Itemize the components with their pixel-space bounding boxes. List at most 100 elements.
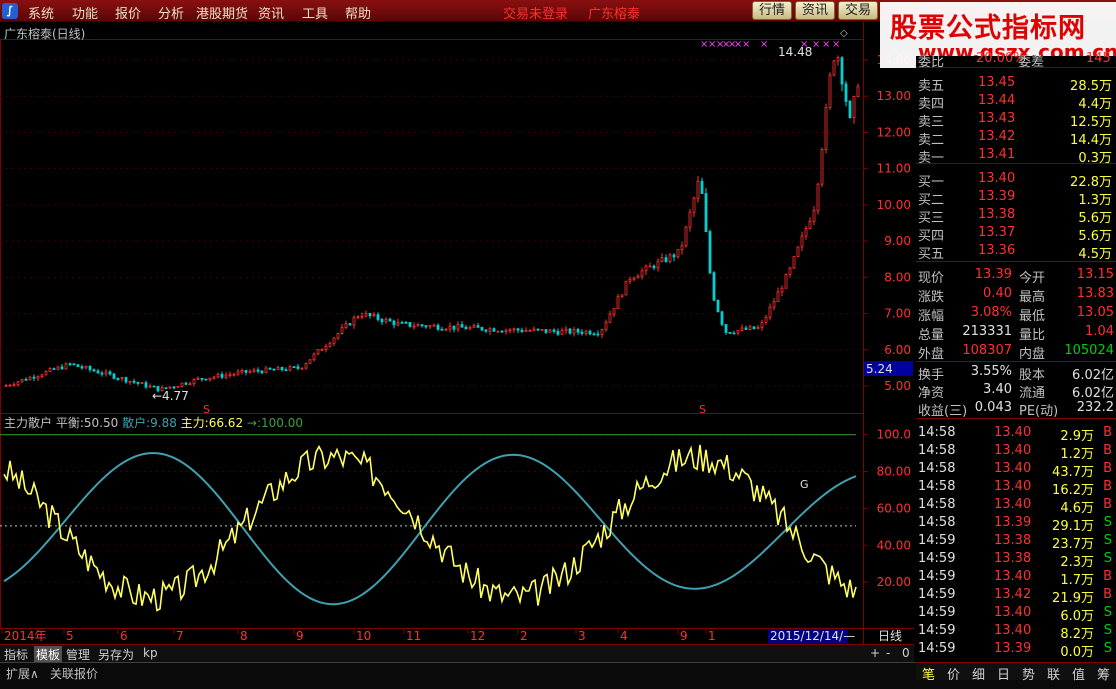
candle-body: [720, 311, 724, 325]
zoom-in-button[interactable]: +: [870, 646, 880, 660]
tab-template[interactable]: 模板: [34, 646, 63, 663]
menu-news[interactable]: 资讯: [258, 3, 284, 22]
price-axis-label: 9.00: [884, 234, 911, 248]
tick-row[interactable]: 14:59 13.40 6.0万 S: [916, 604, 1116, 624]
menu-quote[interactable]: 报价: [115, 3, 141, 22]
sell-level-row[interactable]: 卖二 13.42 14.4万: [916, 128, 1116, 148]
tick-row[interactable]: 14:59 13.38 2.3万 S: [916, 550, 1116, 570]
tick-row[interactable]: 14:58 13.40 2.9万 B: [916, 424, 1116, 444]
panel-tab[interactable]: 价: [947, 664, 960, 683]
menu-analysis[interactable]: 分析: [158, 3, 184, 22]
tick-row[interactable]: 14:59 13.39 0.0万 S: [916, 640, 1116, 660]
buy-level-row[interactable]: 买四 13.37 5.6万: [916, 224, 1116, 244]
tab-manage[interactable]: 管理: [66, 646, 90, 663]
panel-tab[interactable]: 细: [972, 664, 985, 683]
sell-level-row[interactable]: 卖三 13.43 12.5万: [916, 110, 1116, 130]
panel-tab[interactable]: 值: [1072, 664, 1085, 683]
reset-button[interactable]: 0: [902, 646, 910, 660]
candle-body: [848, 101, 852, 118]
tick-row[interactable]: 14:59 13.40 1.7万 B: [916, 568, 1116, 588]
candle-body: [348, 323, 352, 326]
candle-body: [680, 245, 684, 250]
candle-body: [176, 385, 180, 388]
tab-trade[interactable]: 交易: [838, 1, 879, 20]
tick-row[interactable]: 14:58 13.40 43.7万 B: [916, 460, 1116, 480]
indicator-name: 主力散户: [4, 416, 53, 430]
buy-level-row[interactable]: 买二 13.39 1.3万: [916, 188, 1116, 208]
candle-body: [332, 337, 336, 344]
candle-body: [200, 377, 204, 380]
candle-body: [304, 363, 308, 369]
buy-level-row[interactable]: 买三 13.38 5.6万: [916, 206, 1116, 226]
candle-body: [416, 324, 420, 327]
panel-tab[interactable]: 日: [997, 664, 1010, 683]
related-quotes-button[interactable]: 关联报价: [50, 665, 98, 682]
candle-body: [540, 329, 544, 331]
tick-row[interactable]: 14:58 13.40 4.6万 B: [916, 496, 1116, 516]
panel-tab[interactable]: 笔: [922, 664, 935, 683]
panel-tab[interactable]: 筹: [1097, 664, 1110, 683]
indicator-axis-label: 80.00: [877, 465, 911, 479]
candle-body: [408, 322, 412, 327]
price-axis-label: 10.00: [877, 198, 911, 212]
candle-body: [76, 364, 80, 368]
tick-row[interactable]: 14:59 13.38 23.7万 S: [916, 532, 1116, 552]
candle-body: [752, 326, 756, 330]
candle-body: [84, 366, 88, 369]
tab-quotes[interactable]: 行情: [752, 1, 793, 20]
candle-body: [264, 367, 268, 374]
candle-body: [712, 272, 716, 301]
menu-function[interactable]: 功能: [72, 3, 98, 22]
buy-level-row[interactable]: 买一 13.40 22.8万: [916, 170, 1116, 190]
candle-body: [124, 377, 128, 383]
signal-x-mark: ×: [832, 39, 840, 50]
tick-row[interactable]: 14:59 13.40 8.2万 S: [916, 622, 1116, 642]
candle-body: [804, 228, 808, 237]
candle-body: [620, 294, 624, 298]
sell-level-row[interactable]: 卖五 13.45 28.5万: [916, 74, 1116, 94]
candle-body: [636, 275, 640, 279]
candle-body: [404, 322, 408, 324]
tick-row[interactable]: 14:58 13.40 16.2万 B: [916, 478, 1116, 498]
tab-save-as[interactable]: 另存为: [98, 646, 134, 663]
candle-body: [464, 326, 468, 330]
menu-hk-futures[interactable]: 港股期货: [196, 3, 248, 22]
menu-tools[interactable]: 工具: [302, 3, 328, 22]
tab-info[interactable]: 资讯: [795, 1, 836, 20]
menu-system[interactable]: 系统: [28, 3, 54, 22]
menu-help[interactable]: 帮助: [345, 3, 371, 22]
panel-tab[interactable]: 联: [1047, 664, 1060, 683]
sell-level-row[interactable]: 卖四 13.44 4.4万: [916, 92, 1116, 112]
buy-level-row[interactable]: 买五 13.36 4.5万: [916, 242, 1116, 262]
date-axis-label: 3: [578, 629, 586, 643]
tab-indicator[interactable]: 指标: [4, 646, 28, 663]
candle-body: [624, 280, 628, 296]
candle-body: [616, 296, 620, 310]
candle-body: [320, 349, 324, 351]
zoom-out-button[interactable]: -: [886, 646, 890, 660]
candle-body: [760, 322, 764, 328]
order-ratio-row: 委比 20.00% 委差 145: [918, 51, 1111, 70]
candle-body: [648, 265, 652, 268]
candle-body: [684, 226, 688, 247]
chart-area[interactable]: 14.0013.0012.0011.0010.009.008.007.006.0…: [0, 22, 914, 662]
tick-row[interactable]: 14:59 13.42 21.9万 B: [916, 586, 1116, 606]
candle-body: [376, 314, 380, 320]
price-axis-label: 5.00: [884, 379, 911, 393]
sell-level-row[interactable]: 卖一 13.41 0.3万: [916, 146, 1116, 166]
candle-body: [72, 363, 76, 366]
tick-row[interactable]: 14:58 13.40 1.2万 B: [916, 442, 1116, 462]
tab-kp[interactable]: kp: [143, 646, 158, 660]
candle-body: [44, 370, 48, 376]
candle-body: [448, 325, 452, 330]
indicator-toolbar: 指标 模板 管理 另存为 kp + - 0: [0, 644, 914, 663]
app-logo-icon[interactable]: ∫: [2, 3, 18, 19]
candle-body: [580, 331, 584, 334]
expand-button[interactable]: 扩展∧: [6, 665, 39, 682]
candle-body: [588, 330, 592, 335]
tick-row[interactable]: 14:58 13.39 29.1万 S: [916, 514, 1116, 534]
candle-body: [20, 378, 24, 383]
panel-tab[interactable]: 势: [1022, 664, 1035, 683]
candle-body: [228, 374, 232, 377]
candle-body: [672, 254, 676, 258]
